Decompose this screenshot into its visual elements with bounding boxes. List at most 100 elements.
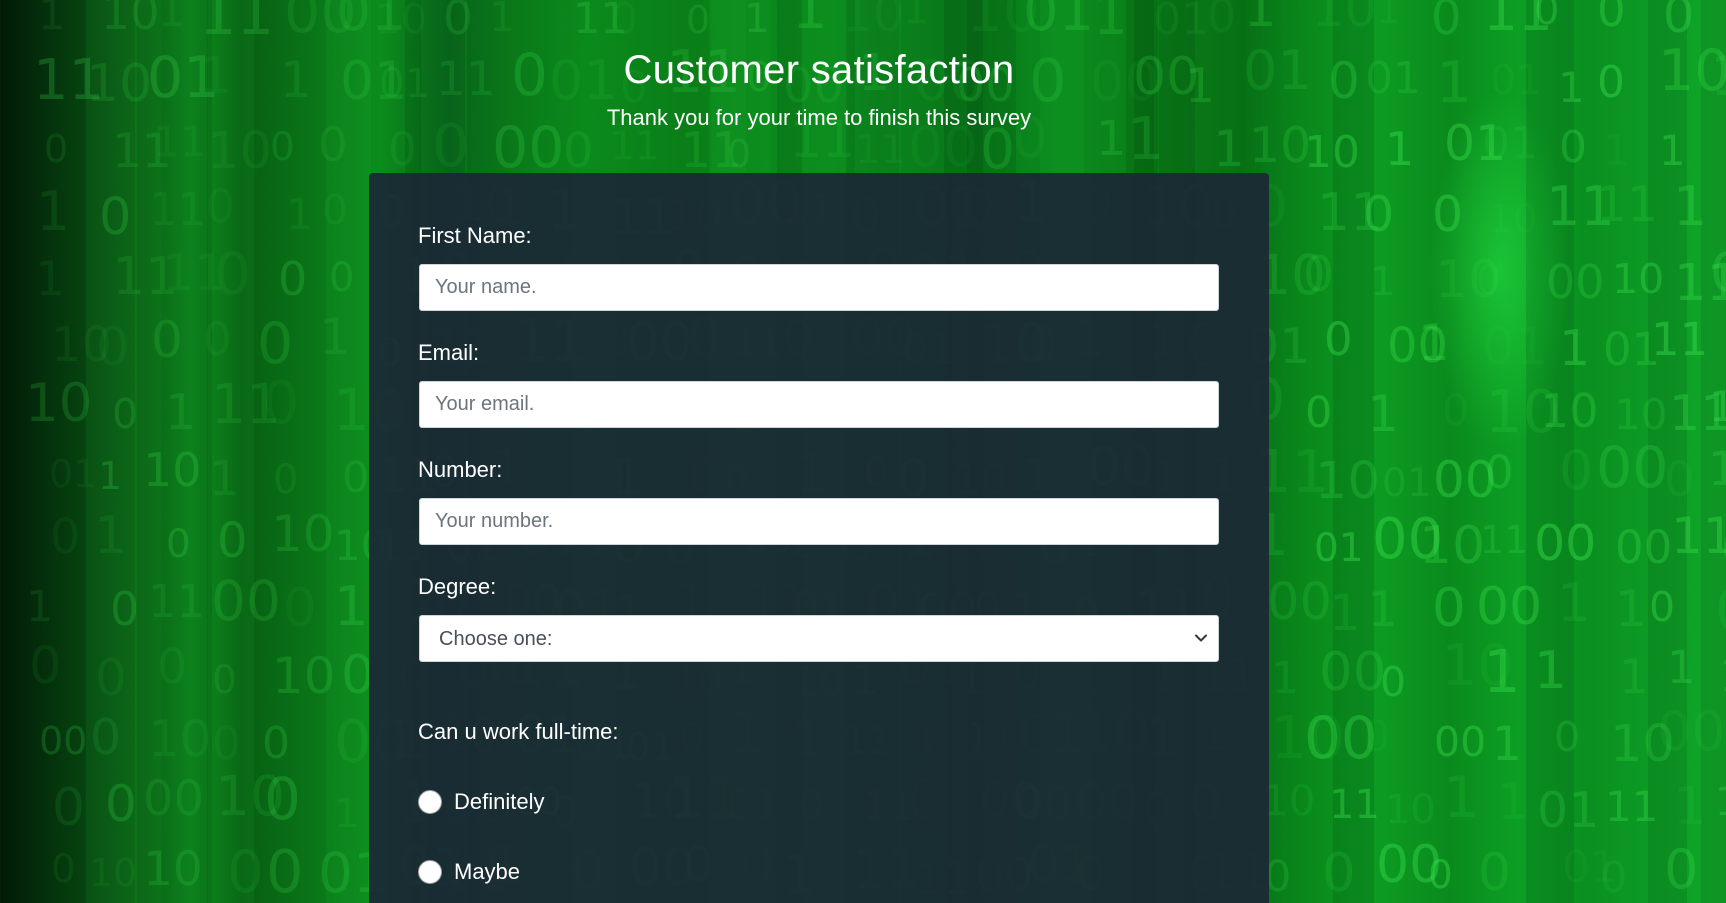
svg-text:01: 01 xyxy=(1537,782,1599,839)
svg-text:11: 11 xyxy=(855,127,906,173)
svg-text:1: 1 xyxy=(209,451,240,507)
svg-text:1: 1 xyxy=(1483,637,1521,706)
degree-select[interactable]: Choose one: xyxy=(419,615,1219,662)
svg-text:0: 0 xyxy=(1363,712,1390,762)
svg-text:00: 00 xyxy=(1434,718,1486,766)
svg-text:0: 0 xyxy=(727,132,751,176)
svg-text:10: 10 xyxy=(148,710,212,768)
svg-text:00: 00 xyxy=(143,771,204,827)
svg-text:11: 11 xyxy=(1709,382,1726,431)
svg-text:0: 0 xyxy=(157,639,188,695)
page-title: Customer satisfaction xyxy=(623,48,1015,92)
svg-text:0: 0 xyxy=(206,180,235,233)
svg-text:1: 1 xyxy=(286,190,313,240)
svg-text:0: 0 xyxy=(105,775,137,833)
svg-text:11: 11 xyxy=(1317,183,1383,243)
svg-text:0: 0 xyxy=(266,837,304,903)
svg-text:11: 11 xyxy=(112,247,178,307)
svg-text:1: 1 xyxy=(1673,175,1707,238)
svg-text:00: 00 xyxy=(1319,642,1386,703)
svg-text:00: 00 xyxy=(1657,700,1726,763)
svg-text:0: 0 xyxy=(264,765,301,833)
number-input[interactable] xyxy=(419,498,1219,545)
svg-text:00: 00 xyxy=(1546,255,1605,309)
svg-text:0: 0 xyxy=(1649,583,1675,631)
svg-text:0: 0 xyxy=(1664,838,1698,901)
degree-label: Degree: xyxy=(418,574,497,599)
svg-text:1: 1 xyxy=(334,791,359,837)
svg-text:0: 0 xyxy=(96,317,130,378)
svg-text:10: 10 xyxy=(1612,255,1664,303)
svg-text:11: 11 xyxy=(112,124,172,179)
svg-text:0: 0 xyxy=(203,313,232,366)
svg-text:1: 1 xyxy=(1603,126,1630,176)
svg-text:0: 0 xyxy=(262,368,300,437)
svg-text:11: 11 xyxy=(162,244,226,302)
svg-text:00: 00 xyxy=(211,569,281,633)
svg-text:10: 10 xyxy=(1315,452,1380,511)
svg-text:01: 01 xyxy=(49,452,97,496)
svg-text:0: 0 xyxy=(1432,186,1463,243)
svg-text:00: 00 xyxy=(1304,704,1378,772)
chevron-down-icon xyxy=(1195,634,1207,642)
svg-text:10: 10 xyxy=(1419,516,1485,576)
svg-text:0: 0 xyxy=(342,453,369,503)
radio-option-maybe[interactable]: Maybe xyxy=(418,857,520,887)
svg-text:10: 10 xyxy=(1441,633,1514,699)
svg-text:0: 0 xyxy=(151,311,183,369)
email-input[interactable] xyxy=(419,381,1219,428)
svg-text:1: 1 xyxy=(1367,385,1399,443)
svg-text:00: 00 xyxy=(1433,451,1497,509)
svg-text:11: 11 xyxy=(1710,45,1726,108)
svg-text:00: 00 xyxy=(1615,521,1672,574)
radio-option-definitely[interactable]: Definitely xyxy=(418,787,544,817)
radio-button[interactable] xyxy=(418,790,442,814)
svg-text:10: 10 xyxy=(1385,787,1436,833)
svg-text:10: 10 xyxy=(272,647,336,705)
svg-text:0: 0 xyxy=(99,188,131,247)
svg-text:10: 10 xyxy=(1610,715,1675,774)
svg-text:0: 0 xyxy=(1363,186,1394,243)
svg-text:0: 0 xyxy=(166,522,191,567)
svg-text:0: 0 xyxy=(1554,713,1580,761)
svg-text:10: 10 xyxy=(1304,127,1360,178)
svg-text:1: 1 xyxy=(1443,765,1479,831)
svg-text:1: 1 xyxy=(94,506,127,566)
svg-text:10: 10 xyxy=(25,373,92,434)
svg-text:1: 1 xyxy=(334,575,368,638)
svg-text:0: 0 xyxy=(1476,258,1501,304)
svg-text:1: 1 xyxy=(1557,573,1591,634)
svg-text:01: 01 xyxy=(1710,243,1726,304)
svg-text:01: 01 xyxy=(1603,323,1660,376)
svg-text:1: 1 xyxy=(1534,641,1567,701)
svg-text:0: 0 xyxy=(1380,658,1406,706)
svg-text:0: 0 xyxy=(1324,313,1353,366)
svg-text:0: 0 xyxy=(1664,452,1695,508)
first-name-input[interactable] xyxy=(419,264,1219,311)
svg-text:10: 10 xyxy=(1488,197,1538,242)
svg-text:11: 11 xyxy=(1480,518,1528,562)
svg-text:0: 0 xyxy=(1428,853,1453,898)
svg-text:11: 11 xyxy=(1546,175,1615,238)
svg-text:0: 0 xyxy=(95,649,127,707)
radio-option-label: Maybe xyxy=(454,859,521,884)
radio-option-label: Definitely xyxy=(454,789,545,814)
radio-button[interactable] xyxy=(418,860,442,884)
svg-text:0: 0 xyxy=(273,457,298,503)
svg-text:0: 0 xyxy=(1600,853,1627,903)
svg-text:1: 1 xyxy=(98,454,122,498)
svg-text:1: 1 xyxy=(1659,126,1686,175)
svg-text:0: 0 xyxy=(278,252,307,306)
survey-form: First Name: Email: Number: Degree: Choos… xyxy=(369,173,1269,903)
svg-text:01: 01 xyxy=(1482,317,1548,377)
svg-text:10: 10 xyxy=(271,505,335,563)
svg-text:00: 00 xyxy=(1376,835,1442,895)
svg-text:0: 0 xyxy=(322,186,348,234)
svg-text:1: 1 xyxy=(319,308,351,366)
svg-text:0: 0 xyxy=(214,240,251,308)
svg-text:11: 11 xyxy=(149,183,206,236)
svg-text:10: 10 xyxy=(89,851,137,895)
svg-text:1: 1 xyxy=(165,384,196,441)
svg-text:0: 0 xyxy=(1559,439,1593,502)
page-header: Customer satisfaction Thank you for your… xyxy=(0,0,1638,132)
